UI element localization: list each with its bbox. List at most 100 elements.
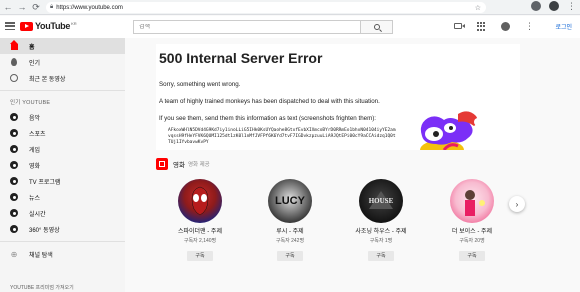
back-icon[interactable]: ← xyxy=(2,1,14,13)
channel-subscriber-count: 구독자 20명 xyxy=(459,238,485,244)
error-message: Sorry, something went wrong. xyxy=(159,81,241,88)
sidebar-item-browse-channels[interactable]: ⊕ 채널 탐색 xyxy=(0,246,125,262)
main-content: 500 Internal Server Error Sorry, somethi… xyxy=(125,38,580,292)
channel-avatar[interactable] xyxy=(450,179,494,223)
sidebar-item-history[interactable]: 최근 본 동영상 xyxy=(0,70,125,86)
house-poster-image: HOUSE xyxy=(369,191,394,209)
sidebar-item-label: TV 프로그램 xyxy=(29,179,61,186)
channel-card: LUCY 루시 - 주제 구독자 242명 구독 xyxy=(245,179,335,262)
sidebar-item-label: 360° 동영상 xyxy=(29,227,60,234)
masthead: YouTube KR ⋮ 로그인 xyxy=(0,16,580,38)
shelf-next-arrow-icon[interactable]: › xyxy=(509,196,525,212)
channel-subscriber-count: 구독자 1명 xyxy=(369,238,393,244)
error-instructions: If you see them, send them this informat… xyxy=(159,115,377,122)
sidebar-item-trending[interactable]: 인기 xyxy=(0,54,125,70)
channel-card: HOUSE 사조닝 하우스 - 주제 구독자 1명 구독 xyxy=(336,179,426,262)
subscribe-button[interactable]: 구독 xyxy=(187,251,213,261)
360-video-channel-icon xyxy=(10,225,18,233)
movies-shelf-icon xyxy=(156,158,168,170)
error-title: 500 Internal Server Error xyxy=(159,50,323,66)
subscribe-button[interactable]: 구독 xyxy=(277,251,303,261)
channel-name[interactable]: 루시 - 주제 xyxy=(245,226,335,235)
sidebar-item-label: 홈 xyxy=(29,44,35,51)
shelf-subtitle: 영화 제공 xyxy=(187,162,210,168)
sidebar-item-label: 최근 본 동영상 xyxy=(29,76,66,83)
history-icon xyxy=(10,74,18,82)
lucy-poster-image: LUCY xyxy=(275,195,306,207)
channel-card: 스파이더맨 - 주제 구독자 2,140명 구독 xyxy=(155,179,245,262)
channel-subscriber-count: 구독자 242명 xyxy=(275,238,305,244)
sidebar-item-label: 게임 xyxy=(29,147,41,154)
sidebar-item-home[interactable]: 홈 xyxy=(0,38,125,54)
sidebar-section-title: 인기 YOUTUBE xyxy=(10,100,51,106)
search-input[interactable] xyxy=(133,20,361,34)
channel-card: 더 보이스 - 주제 구독자 20명 구독 xyxy=(427,179,517,262)
sidebar-item-live[interactable]: 실시간 xyxy=(0,205,125,221)
logo-region: KR xyxy=(71,21,77,26)
gaming-channel-icon xyxy=(10,145,18,153)
sidebar-divider xyxy=(0,241,125,242)
sidebar-item-label: 인기 xyxy=(29,60,41,67)
sidebar-premium-link[interactable]: YOUTUBE 프리미엄 가져오기 xyxy=(10,284,74,291)
sidebar-item-music[interactable]: 음악 xyxy=(0,109,125,125)
fire-icon xyxy=(11,58,17,66)
sidebar-item-sports[interactable]: 스포츠 xyxy=(0,125,125,141)
sidebar-item-360[interactable]: 360° 동영상 xyxy=(0,221,125,237)
youtube-logo[interactable]: YouTube KR xyxy=(20,21,77,31)
channel-name[interactable]: 더 보이스 - 주제 xyxy=(427,226,517,235)
channel-name[interactable]: 사조닝 하우스 - 주제 xyxy=(336,226,426,235)
browser-toolbar: ← → ⟳ 🔒︎ https://www.youtube.com ☆ ⋮ xyxy=(0,0,580,15)
search-button[interactable] xyxy=(361,20,393,34)
forward-icon[interactable]: → xyxy=(16,1,28,13)
shelf-title[interactable]: 영화 xyxy=(173,159,185,169)
sidebar-item-tv[interactable]: TV 프로그램 xyxy=(0,173,125,189)
sidebar-item-label: 스포츠 xyxy=(29,131,46,138)
movies-channel-icon xyxy=(10,161,18,169)
extension-icon[interactable] xyxy=(531,1,541,11)
news-channel-icon xyxy=(10,193,18,201)
reload-icon[interactable]: ⟳ xyxy=(30,1,42,13)
subscribe-button[interactable]: 구독 xyxy=(459,251,485,261)
tv-channel-icon xyxy=(10,177,18,185)
search-icon xyxy=(373,24,380,30)
profile-avatar-icon[interactable] xyxy=(549,1,559,11)
bookmark-star-icon[interactable]: ☆ xyxy=(475,4,481,12)
channel-avatar[interactable] xyxy=(178,179,222,223)
hamburger-menu-icon[interactable] xyxy=(5,20,15,32)
the-voices-poster-image xyxy=(465,190,485,216)
spiderman-poster-image xyxy=(191,186,209,216)
sidebar: 홈 인기 최근 본 동영상 인기 YOUTUBE 음악 스포츠 게임 영화 TV… xyxy=(0,38,125,292)
login-button[interactable]: 로그인 xyxy=(555,22,572,31)
shelf-header: 영화 영화 제공 xyxy=(156,158,210,170)
sidebar-item-label: 실시간 xyxy=(29,211,46,218)
home-icon xyxy=(9,40,18,50)
error-panel: 500 Internal Server Error Sorry, somethi… xyxy=(156,44,520,150)
settings-menu-icon[interactable]: ⋮ xyxy=(525,22,534,31)
channel-subscriber-count: 구독자 2,140명 xyxy=(183,238,217,244)
sidebar-item-label: 채널 탐색 xyxy=(29,252,53,259)
channel-avatar[interactable]: LUCY xyxy=(268,179,312,223)
subscribe-button[interactable]: 구독 xyxy=(368,251,394,261)
sports-channel-icon xyxy=(10,129,18,137)
sidebar-divider xyxy=(0,90,125,91)
upload-video-icon[interactable] xyxy=(454,23,465,29)
sidebar-item-gaming[interactable]: 게임 xyxy=(0,141,125,157)
error-explanation: A team of highly trained monkeys has bee… xyxy=(159,98,380,105)
monkey-illustration xyxy=(420,111,482,150)
browser-menu-icon[interactable]: ⋮ xyxy=(567,1,576,11)
sidebar-item-news[interactable]: 뉴스 xyxy=(0,189,125,205)
sidebar-item-label: 음악 xyxy=(29,115,41,122)
channel-avatar[interactable]: HOUSE xyxy=(359,179,403,223)
live-channel-icon xyxy=(10,209,18,217)
sidebar-item-movies[interactable]: 영화 xyxy=(0,157,125,173)
messages-icon[interactable] xyxy=(501,22,510,31)
sidebar-item-label: 영화 xyxy=(29,163,41,170)
avatar-text: HOUSE xyxy=(369,197,394,205)
search-field[interactable] xyxy=(139,24,360,30)
lock-icon: 🔒︎ xyxy=(50,4,54,10)
address-bar[interactable]: 🔒︎ https://www.youtube.com ☆ xyxy=(46,2,486,13)
youtube-play-icon xyxy=(20,21,33,31)
channel-name[interactable]: 스파이더맨 - 주제 xyxy=(155,226,245,235)
apps-grid-icon[interactable] xyxy=(477,22,486,31)
sidebar-item-label: 뉴스 xyxy=(29,195,41,202)
